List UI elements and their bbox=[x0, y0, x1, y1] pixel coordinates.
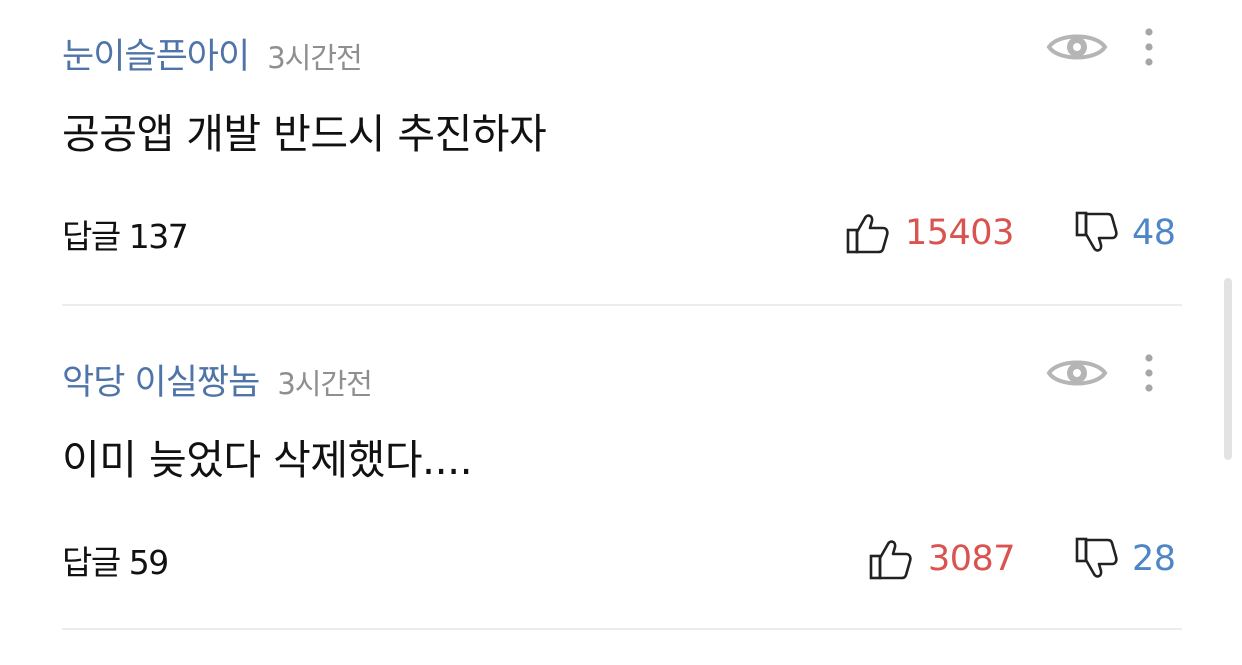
comment-author[interactable]: 악당 이실짱놈 bbox=[62, 354, 260, 405]
thumbs-down-icon bbox=[1075, 211, 1118, 252]
replies-button[interactable]: 답글 137 bbox=[62, 210, 189, 258]
divider bbox=[62, 304, 1182, 306]
divider bbox=[62, 628, 1182, 630]
dislike-button[interactable]: 48 bbox=[1074, 210, 1176, 256]
like-count: 15403 bbox=[905, 213, 1014, 253]
comment-item: 눈이슬픈아이 3시간전 공공앱 개발 반드시 추진하자 답글 137 15403 bbox=[0, 0, 1242, 323]
eye-icon[interactable] bbox=[1046, 27, 1108, 67]
dislike-count: 28 bbox=[1132, 539, 1176, 579]
comment-text: 공공앱 개발 반드시 추진하자 bbox=[62, 110, 547, 158]
eye-icon[interactable] bbox=[1046, 353, 1108, 393]
like-button[interactable]: 3087 bbox=[868, 536, 1016, 582]
comment-list: 눈이슬픈아이 3시간전 공공앱 개발 반드시 추진하자 답글 137 15403 bbox=[0, 0, 1242, 665]
thumbs-up-icon bbox=[869, 540, 912, 580]
replies-button[interactable]: 답글 59 bbox=[62, 536, 169, 584]
like-count: 3087 bbox=[928, 539, 1016, 579]
like-button[interactable]: 15403 bbox=[845, 210, 1014, 256]
comment-author[interactable]: 눈이슬픈아이 bbox=[62, 28, 250, 79]
scrollbar[interactable] bbox=[1224, 278, 1232, 460]
thumbs-up-icon bbox=[846, 214, 889, 254]
comment-text: 이미 늦었다 삭제했다.... bbox=[62, 436, 473, 484]
dislike-count: 48 bbox=[1132, 213, 1176, 253]
thumbs-down-icon bbox=[1075, 537, 1118, 578]
dislike-button[interactable]: 28 bbox=[1074, 536, 1176, 582]
comment-time: 3시간전 bbox=[277, 367, 372, 401]
more-vertical-icon[interactable] bbox=[1134, 351, 1164, 395]
comment-item: 악당 이실짱놈 3시간전 이미 늦었다 삭제했다.... 답글 59 3087 bbox=[0, 326, 1242, 649]
more-vertical-icon[interactable] bbox=[1134, 25, 1164, 69]
comment-meta: 눈이슬픈아이 3시간전 bbox=[62, 28, 363, 79]
comment-time: 3시간전 bbox=[267, 41, 362, 75]
comment-meta: 악당 이실짱놈 3시간전 bbox=[62, 354, 373, 405]
